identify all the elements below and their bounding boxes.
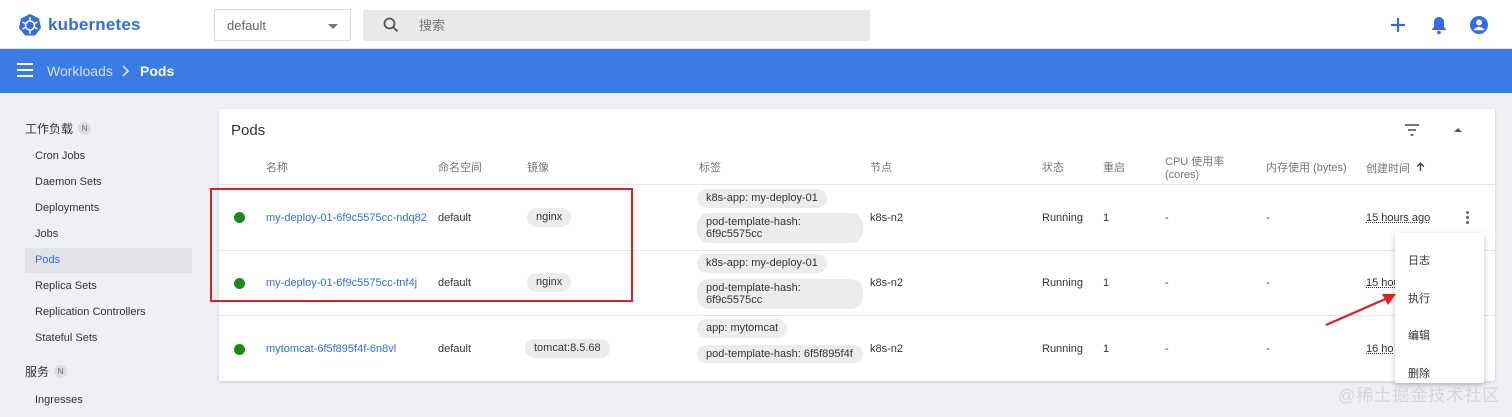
sidebar-item-stateful-sets[interactable]: Stateful Sets (25, 326, 192, 351)
search-icon (383, 17, 399, 33)
pod-name-link[interactable]: mytomcat-6f5f895f4f-6n8vl (266, 343, 396, 355)
breadcrumb-current: Pods (140, 63, 175, 79)
card-title: Pods (231, 122, 266, 139)
pod-restarts: 1 (1103, 277, 1110, 289)
pod-restarts: 1 (1103, 343, 1110, 355)
column-header-name[interactable]: 名称 (266, 162, 288, 175)
highlight-box (210, 188, 633, 302)
pod-status: Running (1042, 343, 1083, 355)
sidebar-item-replication-controllers[interactable]: Replication Controllers (25, 300, 192, 325)
search-bar[interactable] (363, 10, 870, 41)
pod-status: Running (1042, 277, 1083, 289)
label-chip: k8s-app: my-deploy-01 (697, 189, 827, 208)
pod-node: k8s-n2 (870, 212, 904, 224)
column-header-created[interactable]: 创建时间 (1366, 162, 1425, 176)
plus-icon[interactable] (1386, 13, 1410, 37)
label-chip: app: mytomcat (697, 319, 788, 338)
namespace-select[interactable]: default (214, 9, 351, 41)
sidebar-item-daemon-sets[interactable]: Daemon Sets (25, 170, 192, 195)
pod-memory: - (1266, 343, 1270, 355)
sidebar-item-pods[interactable]: Pods (25, 248, 192, 273)
sidebar-section-label: 工作负载 (25, 122, 74, 136)
pod-memory: - (1266, 212, 1270, 224)
arrow-up-icon (1416, 162, 1425, 171)
bell-icon[interactable] (1427, 13, 1451, 37)
menu-item-exec[interactable]: 执行 (1408, 290, 1430, 306)
watermark: @稀土掘金技术社区 (1338, 386, 1501, 405)
column-header-restarts[interactable]: 重启 (1103, 162, 1125, 175)
pod-namespace: default (438, 343, 472, 355)
label-chip: pod-template-hash: 6f5f895f4f (697, 345, 863, 363)
breadcrumb-bar: Workloads Pods (0, 49, 1512, 93)
hamburger-menu-icon[interactable] (17, 63, 33, 77)
column-header-memory[interactable]: 内存使用 (bytes) (1266, 162, 1347, 175)
pod-created: 16 ho (1366, 343, 1394, 355)
running-status-icon (234, 344, 245, 355)
namespaced-badge: N (78, 122, 92, 135)
column-header-cpu[interactable]: CPU 使用率 (cores) (1165, 156, 1224, 182)
chevron-right-icon (122, 65, 130, 77)
kubernetes-logo[interactable]: kubernetes (18, 13, 141, 37)
column-header-status[interactable]: 状态 (1042, 162, 1064, 175)
namespace-value: default (227, 18, 267, 33)
label-chip: pod-template-hash: 6f9c5575cc (697, 213, 863, 243)
pod-status: Running (1042, 212, 1083, 224)
column-header-namespace[interactable]: 命名空间 (438, 162, 482, 175)
label-chip: pod-template-hash: 6f9c5575cc (697, 279, 863, 309)
sidebar-item-replica-sets[interactable]: Replica Sets (25, 274, 192, 299)
menu-item-logs[interactable]: 日志 (1408, 252, 1430, 268)
header-divider (219, 184, 1495, 185)
namespaced-badge: N (54, 365, 68, 378)
chevron-up-icon[interactable] (1453, 123, 1463, 137)
column-header-node[interactable]: 节点 (870, 162, 892, 175)
column-header-cpu-label: CPU 使用率 (1165, 156, 1225, 168)
pod-node: k8s-n2 (870, 343, 904, 355)
annotation-arrow-icon (1325, 294, 1396, 327)
sidebar-section-services[interactable]: 服务 N (25, 363, 68, 380)
pod-node: k8s-n2 (870, 277, 904, 289)
sidebar: 工作负载 N Cron Jobs Daemon Sets Deployments… (0, 93, 200, 417)
column-header-cpu-unit: (cores) (1165, 169, 1200, 181)
kubernetes-wheel-icon (19, 14, 41, 36)
account-icon[interactable] (1467, 13, 1491, 37)
row-context-menu: 日志 执行 编辑 删除 (1395, 233, 1484, 383)
sidebar-item-jobs[interactable]: Jobs (25, 222, 192, 247)
breadcrumb-workloads[interactable]: Workloads (47, 63, 113, 79)
sidebar-item-cron-jobs[interactable]: Cron Jobs (25, 144, 192, 169)
pod-cpu: - (1165, 212, 1169, 224)
chevron-down-icon (328, 24, 338, 29)
column-header-image[interactable]: 镜像 (527, 162, 549, 175)
sidebar-item-deployments[interactable]: Deployments (25, 196, 192, 221)
menu-item-delete[interactable]: 删除 (1408, 365, 1430, 381)
sidebar-section-workloads[interactable]: 工作负载 N (25, 120, 92, 137)
image-chip: tomcat:8.5.68 (525, 339, 610, 358)
top-bar: kubernetes default (0, 0, 1512, 49)
sidebar-section-label: 服务 (25, 365, 50, 379)
menu-item-edit[interactable]: 编辑 (1408, 327, 1430, 343)
search-input[interactable] (419, 10, 859, 41)
pod-cpu: - (1165, 277, 1169, 289)
sidebar-item-ingresses[interactable]: Ingresses (25, 388, 192, 413)
column-header-created-label: 创建时间 (1366, 163, 1410, 175)
pod-restarts: 1 (1103, 212, 1110, 224)
filter-icon[interactable] (1404, 123, 1420, 137)
label-chip: k8s-app: my-deploy-01 (697, 254, 827, 273)
app-name: kubernetes (48, 15, 141, 34)
column-header-labels[interactable]: 标签 (699, 162, 721, 175)
pod-memory: - (1266, 277, 1270, 289)
pod-created: 15 hours ago (1366, 212, 1431, 224)
more-vert-icon[interactable] (1466, 211, 1470, 226)
pod-cpu: - (1165, 343, 1169, 355)
row-divider (219, 315, 1495, 316)
